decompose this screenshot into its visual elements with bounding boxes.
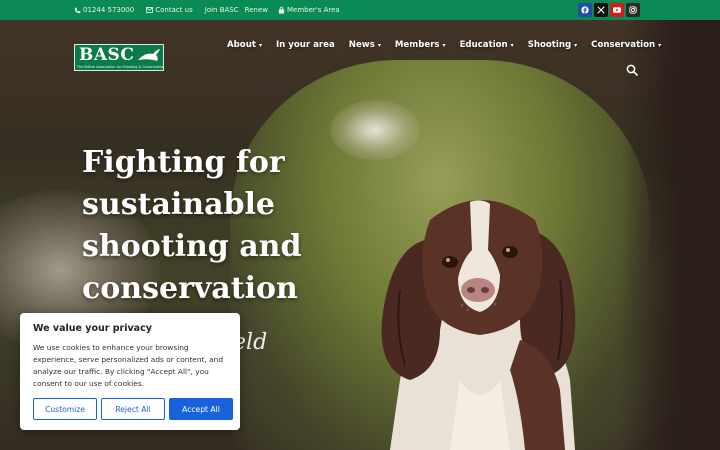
utility-links: 01244 573000 Contact us Join BASC Renew … bbox=[74, 0, 352, 20]
nav-label: News bbox=[348, 40, 375, 50]
members-area-link[interactable]: Member's Area bbox=[278, 6, 346, 14]
main-navigation: About ▾ In your area News ▾ Members ▾ Educa… bbox=[227, 38, 661, 52]
nav-label: In your area bbox=[275, 40, 335, 50]
headline-line: sustainable bbox=[82, 187, 275, 222]
logo-wordmark: BASC bbox=[79, 45, 135, 65]
contact-link[interactable]: Contact us bbox=[146, 6, 199, 14]
chevron-down-icon: ▾ bbox=[377, 41, 381, 49]
cookie-title: We value your privacy bbox=[33, 323, 152, 334]
nav-label: About bbox=[227, 40, 256, 50]
nav-item-about[interactable]: About ▾ bbox=[227, 40, 262, 50]
search-icon[interactable] bbox=[626, 64, 638, 76]
nav-item-members[interactable]: Members ▾ bbox=[395, 40, 446, 50]
spaniel-dog-image bbox=[381, 200, 576, 450]
reject-all-button[interactable]: Reject All bbox=[101, 398, 165, 420]
nav-item-news[interactable]: News ▾ bbox=[349, 40, 381, 50]
nav-label: Shooting bbox=[527, 40, 572, 50]
headline-line: conservation bbox=[82, 271, 298, 306]
nav-item-conservation[interactable]: Conservation ▾ bbox=[591, 40, 661, 50]
renew-link[interactable]: Renew bbox=[245, 6, 268, 14]
envelope-icon bbox=[146, 7, 154, 13]
nav-label: Education bbox=[459, 40, 508, 50]
x-icon[interactable] bbox=[594, 3, 608, 17]
social-links bbox=[576, 3, 640, 17]
cookie-consent-banner: We value your privacy We use cookies to … bbox=[20, 313, 240, 430]
phone-icon bbox=[74, 7, 81, 13]
instagram-icon[interactable] bbox=[626, 3, 640, 17]
logo-tagline: The British Association for Shooting & C… bbox=[77, 65, 163, 69]
cookie-body: We use cookies to enhance your browsing … bbox=[33, 343, 224, 388]
nav-item-education[interactable]: Education ▾ bbox=[460, 40, 514, 50]
nav-item-shooting[interactable]: Shooting ▾ bbox=[528, 40, 577, 50]
phone-number: 01244 573000 bbox=[83, 6, 135, 14]
background-shadow bbox=[620, 20, 720, 450]
nav-label: Members bbox=[394, 40, 440, 50]
headline-line: shooting and bbox=[82, 229, 302, 264]
chevron-down-icon: ▾ bbox=[258, 41, 262, 49]
chevron-down-icon: ▾ bbox=[510, 41, 514, 49]
accept-all-button[interactable]: Accept All bbox=[169, 398, 233, 420]
chevron-down-icon: ▾ bbox=[574, 41, 578, 49]
basc-logo[interactable]: BASC The British Association for Shootin… bbox=[74, 44, 164, 71]
pheasant-logo-icon bbox=[138, 49, 160, 61]
hero-headline: Fighting for sustainable shooting and co… bbox=[82, 142, 382, 310]
lock-icon bbox=[278, 6, 285, 14]
join-link[interactable]: Join BASC bbox=[205, 6, 239, 14]
chevron-down-icon: ▾ bbox=[658, 41, 662, 49]
members-area-label: Member's Area bbox=[286, 6, 340, 14]
youtube-icon[interactable] bbox=[610, 3, 624, 17]
top-utility-bar: 01244 573000 Contact us Join BASC Renew … bbox=[0, 0, 720, 20]
nav-label: Conservation bbox=[591, 40, 656, 50]
nav-item-in-your-area[interactable]: In your area bbox=[276, 40, 335, 50]
facebook-icon[interactable] bbox=[578, 3, 592, 17]
headline-line: Fighting for bbox=[82, 145, 285, 180]
chevron-down-icon: ▾ bbox=[442, 41, 446, 49]
customize-button[interactable]: Customize bbox=[33, 398, 97, 420]
contact-label: Contact us bbox=[155, 6, 193, 14]
phone-link[interactable]: 01244 573000 bbox=[74, 6, 140, 14]
cookie-actions: Customize Reject All Accept All bbox=[33, 398, 237, 420]
